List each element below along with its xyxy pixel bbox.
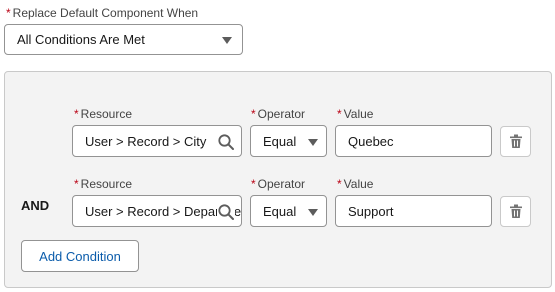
chevron-down-icon [308,209,318,216]
conditions-panel: * Resource User > Record > City * Operator… [4,71,552,288]
operator-select[interactable]: Equal [250,195,327,227]
replace-when-label: * Replace Default Component When [6,6,198,20]
resource-value: User > Record > City [85,133,207,149]
operator-label: * Operator [251,177,306,191]
chevron-down-icon [308,139,318,146]
resource-input[interactable]: User > Record > City [72,125,242,157]
value-label: * Value [337,107,374,121]
required-marker: * [6,6,11,20]
value-value: Support [348,203,394,219]
resource-input[interactable]: User > Record > Department [72,195,242,227]
resource-label: * Resource [74,107,133,121]
value-input[interactable]: Support [335,195,492,227]
chevron-down-icon [222,37,232,44]
replace-when-label-text: Replace Default Component When [12,6,199,20]
operator-value: Equal [263,203,297,219]
search-icon[interactable] [217,203,235,221]
value-input[interactable]: Quebec [335,125,492,157]
value-label: * Value [337,177,374,191]
replace-when-select[interactable]: All Conditions Are Met [4,24,243,55]
search-icon[interactable] [217,133,235,151]
operator-value: Equal [263,133,297,149]
delete-condition-button[interactable] [500,196,531,227]
trash-icon [509,134,522,148]
add-condition-button[interactable]: Add Condition [21,240,139,272]
delete-condition-button[interactable] [500,126,531,157]
and-operator-label: AND [21,198,50,213]
operator-label: * Operator [251,107,306,121]
trash-icon [509,204,522,218]
value-value: Quebec [348,133,394,149]
replace-when-selected-value: All Conditions Are Met [17,32,145,47]
resource-label: * Resource [74,177,133,191]
operator-select[interactable]: Equal [250,125,327,157]
